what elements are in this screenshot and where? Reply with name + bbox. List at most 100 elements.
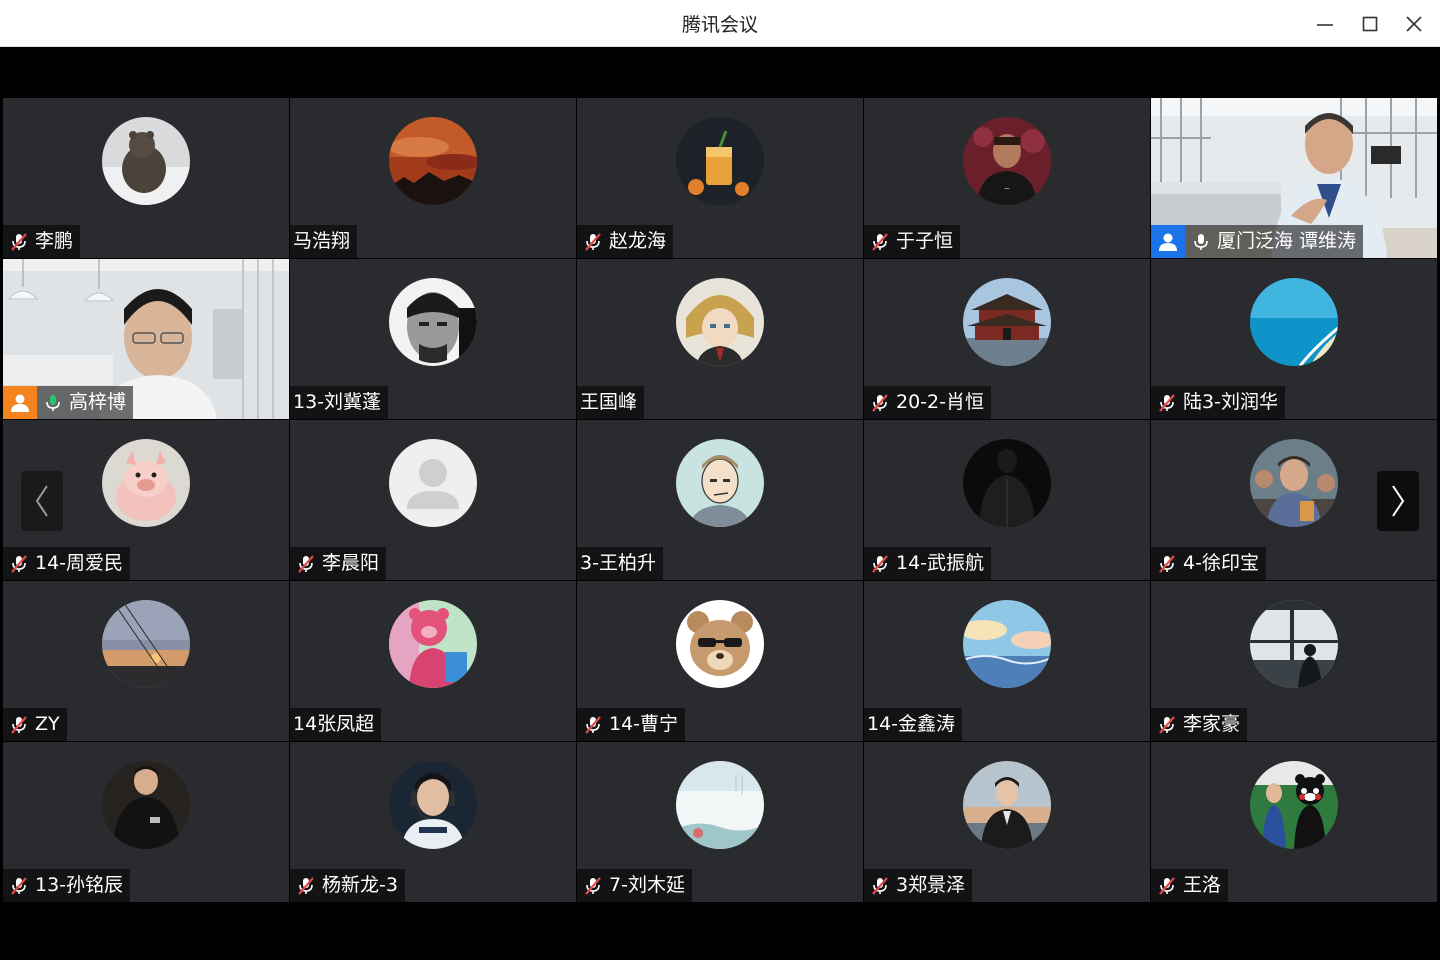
participant-name: 厦门泛海 谭维涛	[1217, 230, 1357, 252]
mic-muted-icon	[5, 708, 33, 741]
participant-name: 14-金鑫涛	[867, 713, 956, 735]
participant-tile[interactable]: 王洛	[1151, 742, 1437, 902]
avatar	[389, 278, 477, 366]
participant-name-bar: 14-金鑫涛	[864, 708, 963, 741]
mic-muted-icon	[866, 869, 894, 902]
participant-name: 李鹏	[35, 230, 74, 252]
participant-name-bar: 7-刘木延	[577, 869, 692, 902]
next-page-button[interactable]	[1377, 471, 1419, 531]
participant-tile[interactable]: 14张凤超	[290, 581, 576, 741]
avatar: ~	[963, 117, 1051, 205]
participant-name-bar: 马浩翔	[290, 225, 358, 258]
participant-tile[interactable]: 高梓博	[3, 259, 289, 419]
avatar	[102, 439, 190, 527]
participant-tile[interactable]: 3郑景泽	[864, 742, 1150, 902]
close-button[interactable]	[1391, 0, 1437, 47]
participant-name: 王洛	[1183, 874, 1222, 896]
mic-muted-icon	[866, 386, 894, 419]
avatar	[389, 117, 477, 205]
participant-name-bar: 杨新龙-3	[290, 869, 405, 902]
participant-name: 20-2-肖恒	[896, 391, 984, 413]
mic-muted-icon	[5, 547, 33, 580]
participant-grid: 李鹏 马浩翔 赵龙海 ~ 于子恒 厦门泛海 谭维涛高梓博 13-刘冀蓬 王国峰 20-2-肖恒 陆…	[3, 98, 1439, 904]
participant-name-bar: 4-徐印宝	[1151, 547, 1266, 580]
participant-tile[interactable]: 14-武振航	[864, 420, 1150, 580]
chevron-left-icon	[35, 485, 48, 517]
mic-muted-icon	[1153, 547, 1181, 580]
participant-tile[interactable]: 7-刘木延	[577, 742, 863, 902]
participant-tile[interactable]: 14-曹宁	[577, 581, 863, 741]
participant-tile[interactable]: 杨新龙-3	[290, 742, 576, 902]
mic-muted-icon	[5, 869, 33, 902]
participant-name: 李晨阳	[322, 552, 380, 574]
participant-tile[interactable]: 20-2-肖恒	[864, 259, 1150, 419]
participant-tile[interactable]: ZY	[3, 581, 289, 741]
participant-tile[interactable]: 李家豪	[1151, 581, 1437, 741]
participant-tile[interactable]: 王国峰	[577, 259, 863, 419]
avatar	[1250, 278, 1338, 366]
participant-tile[interactable]: 李鹏	[3, 98, 289, 258]
avatar	[102, 761, 190, 849]
participant-tile[interactable]: 14-金鑫涛	[864, 581, 1150, 741]
mic-muted-icon	[866, 225, 894, 258]
participant-name: 13-孙铭辰	[35, 874, 124, 896]
avatar	[676, 600, 764, 688]
participant-tile[interactable]: 赵龙海	[577, 98, 863, 258]
participant-name: 杨新龙-3	[322, 874, 398, 896]
avatar	[389, 600, 477, 688]
chevron-right-icon	[1392, 485, 1405, 517]
participant-name: 王国峰	[580, 391, 638, 413]
participant-name: 于子恒	[896, 230, 954, 252]
mic-muted-icon	[292, 869, 320, 902]
avatar	[102, 117, 190, 205]
participant-tile[interactable]: 陆3-刘润华	[1151, 259, 1437, 419]
mic-muted-icon	[579, 869, 607, 902]
participant-name-bar: 20-2-肖恒	[864, 386, 991, 419]
avatar	[676, 117, 764, 205]
participant-name-bar: 14张凤超	[290, 708, 382, 741]
avatar	[676, 439, 764, 527]
participant-name-bar: ZY	[3, 708, 67, 741]
previous-page-button[interactable]	[21, 471, 63, 531]
participant-tile[interactable]: 李晨阳	[290, 420, 576, 580]
participant-name-bar: 高梓博	[3, 386, 134, 419]
maximize-icon	[1362, 16, 1378, 31]
avatar	[389, 761, 477, 849]
participant-tile[interactable]: 13-孙铭辰	[3, 742, 289, 902]
mic-on-icon	[39, 386, 67, 419]
avatar	[963, 439, 1051, 527]
participant-name: 3郑景泽	[896, 874, 966, 896]
mic-on-icon	[1187, 225, 1215, 258]
participant-name: 7-刘木延	[609, 874, 685, 896]
mic-muted-icon	[292, 547, 320, 580]
minimize-button[interactable]	[1302, 0, 1348, 47]
host-icon	[3, 386, 37, 419]
participant-tile[interactable]: 厦门泛海 谭维涛	[1151, 98, 1437, 258]
maximize-button[interactable]	[1347, 0, 1393, 47]
avatar	[963, 278, 1051, 366]
participant-name-bar: 于子恒	[864, 225, 961, 258]
participant-tile[interactable]: 3-王柏升	[577, 420, 863, 580]
title-bar: 腾讯会议	[0, 0, 1440, 47]
participant-name: 赵龙海	[609, 230, 667, 252]
participant-name-bar: 王国峰	[577, 386, 645, 419]
participant-tile[interactable]: ~ 于子恒	[864, 98, 1150, 258]
avatar	[1250, 761, 1338, 849]
mic-muted-icon	[5, 225, 33, 258]
participant-name-bar: 13-孙铭辰	[3, 869, 131, 902]
svg-text:~: ~	[1004, 184, 1011, 193]
participant-name: 4-徐印宝	[1183, 552, 1259, 574]
mic-muted-icon	[579, 708, 607, 741]
participant-name: 13-刘冀蓬	[293, 391, 382, 413]
participant-tile[interactable]: 马浩翔	[290, 98, 576, 258]
window-title: 腾讯会议	[681, 14, 758, 36]
minimize-icon	[1317, 23, 1333, 26]
participant-name: 14-周爱民	[35, 552, 124, 574]
mic-muted-icon	[1153, 708, 1181, 741]
participant-name-bar: 3-王柏升	[577, 547, 663, 580]
participant-name-bar: 赵龙海	[577, 225, 674, 258]
participant-tile[interactable]: 13-刘冀蓬	[290, 259, 576, 419]
participant-name: ZY	[35, 713, 60, 735]
mic-muted-icon	[1153, 386, 1181, 419]
mic-muted-icon	[866, 547, 894, 580]
